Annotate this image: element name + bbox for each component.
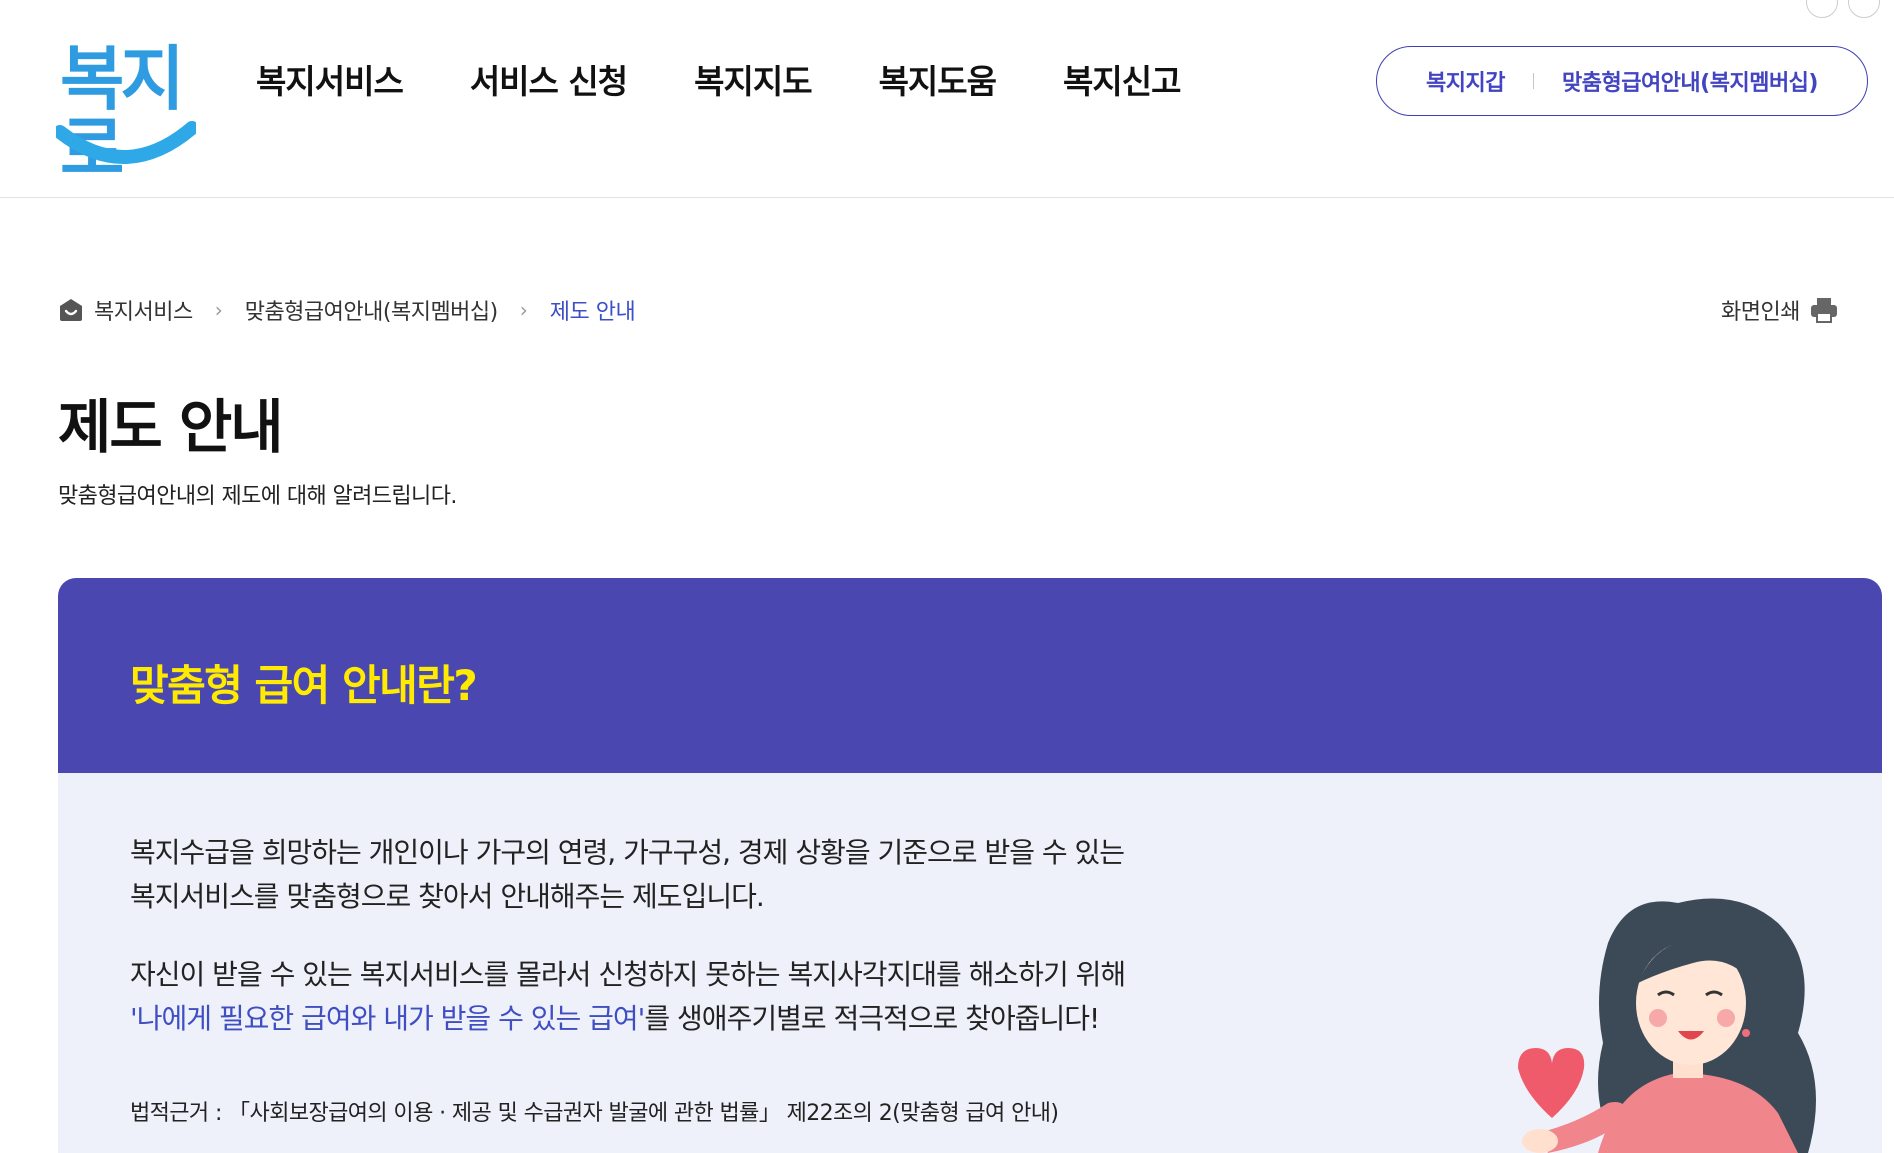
info-card-body: 복지수급을 희망하는 개인이나 가구의 연령, 가구구성, 경제 상황을 기준으…	[58, 773, 1882, 1153]
top-utility-button[interactable]	[1806, 0, 1838, 18]
top-utility-button[interactable]	[1848, 0, 1880, 18]
logo-smile-icon	[56, 121, 196, 164]
nav-welfare-help[interactable]: 복지도움	[879, 60, 997, 104]
intro-text-line: '나에게 필요한 급여와 내가 받을 수 있는 급여'를 생애주기별로 적극적으…	[130, 997, 1100, 1041]
welfare-wallet-link[interactable]: 복지지갑	[1426, 65, 1505, 97]
top-utility-strip	[1140, 0, 1840, 6]
breadcrumb-item[interactable]: 맞춤형급여안내(복지멤버십)	[245, 294, 499, 326]
divider	[1532, 73, 1534, 89]
chevron-right-icon: ›	[519, 298, 528, 322]
intro-text-rest: 를 생애주기별로 적극적으로 찾아줍니다!	[644, 1002, 1100, 1035]
highlight-text: '나에게 필요한 급여와 내가 받을 수 있는 급여'	[130, 1002, 645, 1035]
home-icon[interactable]	[58, 297, 84, 323]
page-description: 맞춤형급여안내의 제도에 대해 알려드립니다.	[58, 484, 457, 509]
breadcrumb-item[interactable]: 복지서비스	[94, 294, 193, 326]
info-card-title: 맞춤형 급여 안내란?	[130, 661, 478, 710]
nav-service-apply[interactable]: 서비스 신청	[470, 60, 628, 104]
nav-welfare-service[interactable]: 복지서비스	[256, 60, 404, 104]
intro-text-line: 복지수급을 희망하는 개인이나 가구의 연령, 가구구성, 경제 상황을 기준으…	[130, 836, 1125, 869]
chevron-right-icon: ›	[214, 298, 223, 322]
site-logo[interactable]: 복지로	[56, 44, 196, 184]
print-button[interactable]: 화면인쇄	[1721, 294, 1838, 326]
nav-welfare-report[interactable]: 복지신고	[1063, 60, 1181, 104]
info-card-header: 맞춤형 급여 안내란?	[58, 578, 1882, 773]
page-title: 제도 안내	[58, 393, 284, 461]
legal-basis: 법적근거 : 「사회보장급여의 이용 · 제공 및 수급권자 발굴에 관한 법률…	[130, 1101, 1059, 1126]
woman-holding-heart-illustration	[1518, 898, 1816, 1153]
nav-welfare-map[interactable]: 복지지도	[694, 60, 812, 104]
util-links: 복지지갑 맞춤형급여안내(복지멤버십)	[1376, 46, 1868, 116]
custom-benefit-link[interactable]: 맞춤형급여안내(복지멤버십)	[1562, 65, 1819, 97]
site-header: 복지로 복지서비스 서비스 신청 복지지도 복지도움 복지신고 복지지갑 맞춤형…	[0, 0, 1894, 198]
printer-icon	[1811, 298, 1837, 323]
main-nav: 복지서비스 서비스 신청 복지지도 복지도움 복지신고	[256, 60, 1247, 104]
breadcrumb-current: 제도 안내	[549, 300, 636, 325]
print-label: 화면인쇄	[1721, 300, 1800, 325]
intro-text-line: 자신이 받을 수 있는 복지서비스를 몰라서 신청하지 못하는 복지사각지대를 …	[130, 958, 1126, 991]
breadcrumb: 복지서비스 › 맞춤형급여안내(복지멤버십) › 제도 안내	[58, 294, 636, 326]
intro-text-line: 복지서비스를 맞춤형으로 찾아서 안내해주는 제도입니다.	[130, 880, 765, 913]
